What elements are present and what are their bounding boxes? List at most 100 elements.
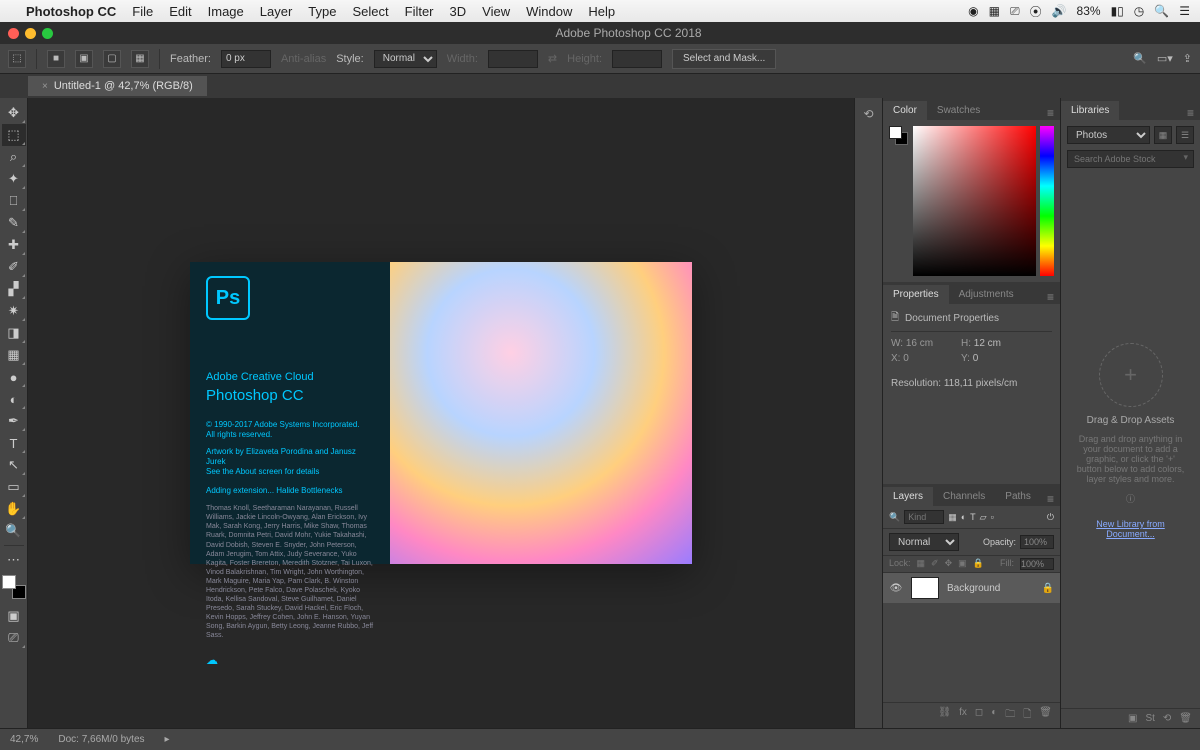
color-panel-menu-icon[interactable]: ≡ <box>1041 106 1060 120</box>
crop-tool[interactable]: ⎕ <box>2 190 26 212</box>
properties-panel-menu-icon[interactable]: ≡ <box>1041 290 1060 304</box>
menu-file[interactable]: File <box>132 4 153 19</box>
lock-all-icon[interactable]: 🔒 <box>973 558 984 570</box>
new-group-icon[interactable]: 🗀 <box>1005 707 1015 724</box>
link-layers-icon[interactable]: ⛓ <box>938 707 951 724</box>
tab-swatches[interactable]: Swatches <box>927 101 990 120</box>
tab-layers[interactable]: Layers <box>883 487 933 506</box>
delete-layer-icon[interactable]: 🗑 <box>1039 707 1052 724</box>
minimize-window-button[interactable] <box>25 28 36 39</box>
healing-tool[interactable]: ✚ <box>2 234 26 256</box>
layer-visibility-icon[interactable]: 👁 <box>889 583 903 594</box>
subtract-selection-icon[interactable]: ▢ <box>103 50 121 68</box>
canvas-area[interactable]: Ps Adobe Creative Cloud Photoshop CC © 1… <box>28 98 854 728</box>
filter-type-icon[interactable]: T <box>970 512 976 522</box>
shape-tool[interactable]: ▭ <box>2 476 26 498</box>
clock-icon[interactable]: ◷ <box>1134 4 1144 18</box>
help-icon[interactable]: ⓘ <box>1126 492 1135 505</box>
search-icon[interactable]: 🔍 <box>1133 52 1147 65</box>
layer-name[interactable]: Background <box>947 583 1000 594</box>
tab-adjustments[interactable]: Adjustments <box>949 285 1024 304</box>
stamp-tool[interactable]: ▞ <box>2 278 26 300</box>
doc-info[interactable]: Doc: 7,66M/0 bytes <box>58 734 144 745</box>
screen-mode-icon[interactable]: ⎚ <box>2 627 26 649</box>
lock-position-icon[interactable]: ✥ <box>945 558 953 570</box>
lib-stock-icon[interactable]: St <box>1145 713 1154 724</box>
menu-select[interactable]: Select <box>352 4 388 19</box>
spotlight-icon[interactable]: 🔍 <box>1154 4 1169 18</box>
history-brush-tool[interactable]: ✷ <box>2 300 26 322</box>
close-tab-icon[interactable]: × <box>42 81 48 92</box>
close-window-button[interactable] <box>8 28 19 39</box>
search-dropdown-icon[interactable]: ▾ <box>1183 152 1188 163</box>
intersect-selection-icon[interactable]: ▦ <box>131 50 149 68</box>
add-selection-icon[interactable]: ▣ <box>75 50 93 68</box>
feather-input[interactable] <box>221 50 271 68</box>
new-layer-icon[interactable]: 🗋 <box>1023 707 1031 724</box>
tab-libraries[interactable]: Libraries <box>1061 101 1119 120</box>
lib-sync-icon[interactable]: ⟲ <box>1163 713 1171 724</box>
library-drop-zone[interactable]: + Drag & Drop Assets Drag and drop anyth… <box>1061 174 1200 708</box>
move-tool[interactable]: ✥ <box>2 102 26 124</box>
tab-properties[interactable]: Properties <box>883 285 949 304</box>
brush-tool[interactable]: ✐ <box>2 256 26 278</box>
volume-icon[interactable]: 🔊 <box>1052 4 1067 18</box>
pen-tool[interactable]: ✒ <box>2 410 26 432</box>
foreground-color-swatch[interactable] <box>2 575 16 589</box>
opacity-input[interactable] <box>1020 535 1054 549</box>
blend-mode-select[interactable]: Normal <box>889 533 959 551</box>
menu-3d[interactable]: 3D <box>450 4 467 19</box>
layer-fx-icon[interactable]: fx <box>959 707 967 724</box>
hue-slider[interactable] <box>1040 126 1054 276</box>
filter-adjust-icon[interactable]: ◐ <box>961 512 966 522</box>
history-panel-icon[interactable]: ⟲ <box>859 104 879 124</box>
display-icon[interactable]: ⎚ <box>1010 4 1020 19</box>
view-list-icon[interactable]: ☰ <box>1176 126 1194 144</box>
eye-icon[interactable]: ◉ <box>968 4 978 18</box>
menu-image[interactable]: Image <box>208 4 244 19</box>
maximize-window-button[interactable] <box>42 28 53 39</box>
layer-row[interactable]: 👁 Background 🔒 <box>883 573 1060 603</box>
color-panel-swatch[interactable] <box>889 126 909 276</box>
zoom-tool[interactable]: 🔍 <box>2 520 26 542</box>
menu-type[interactable]: Type <box>308 4 336 19</box>
libraries-panel-menu-icon[interactable]: ≡ <box>1181 106 1200 120</box>
library-select[interactable]: Photos <box>1067 126 1150 144</box>
menu-edit[interactable]: Edit <box>169 4 191 19</box>
library-search-input[interactable] <box>1067 150 1194 168</box>
fill-input[interactable] <box>1020 558 1054 570</box>
lock-pixels-icon[interactable]: ✐ <box>931 558 939 570</box>
menu-window[interactable]: Window <box>526 4 572 19</box>
quick-select-tool[interactable]: ✦ <box>2 168 26 190</box>
marquee-tool-preset-icon[interactable]: ⬚ <box>8 50 26 68</box>
share-icon[interactable]: ⇪ <box>1183 52 1192 65</box>
filter-toggle-icon[interactable]: ⏻ <box>1047 512 1054 523</box>
path-select-tool[interactable]: ↖ <box>2 454 26 476</box>
marquee-tool[interactable]: ⬚ <box>2 124 26 146</box>
cc-status-icon[interactable]: ▦ <box>989 4 1000 18</box>
document-tab[interactable]: × Untitled-1 @ 42,7% (RGB/8) <box>28 76 207 96</box>
layer-thumbnail[interactable] <box>911 577 939 599</box>
select-and-mask-button[interactable]: Select and Mask... <box>672 49 776 69</box>
add-content-icon[interactable]: ▣ <box>1128 713 1137 724</box>
add-mask-icon[interactable]: ◻ <box>975 707 983 724</box>
blur-tool[interactable]: ● <box>2 366 26 388</box>
menu-layer[interactable]: Layer <box>260 4 293 19</box>
lib-delete-icon[interactable]: 🗑 <box>1179 713 1192 724</box>
foreground-background-swatch[interactable] <box>2 575 26 599</box>
edit-toolbar-icon[interactable]: ⋯ <box>2 549 26 571</box>
menu-icon[interactable]: ☰ <box>1179 4 1190 18</box>
layer-filter-input[interactable] <box>904 510 944 524</box>
doc-info-arrow-icon[interactable]: ▸ <box>165 734 170 745</box>
new-library-link[interactable]: New Library from Document... <box>1073 519 1188 539</box>
style-select[interactable]: Normal <box>374 50 437 68</box>
zoom-level[interactable]: 42,7% <box>10 734 38 745</box>
add-asset-icon[interactable]: + <box>1099 343 1163 407</box>
filter-shape-icon[interactable]: ▱ <box>980 512 987 523</box>
tab-paths[interactable]: Paths <box>995 487 1041 506</box>
tab-color[interactable]: Color <box>883 101 927 120</box>
color-field[interactable] <box>913 126 1036 276</box>
lock-transparency-icon[interactable]: ▦ <box>917 558 926 570</box>
battery-icon[interactable]: ▮▯ <box>1111 4 1124 18</box>
tab-channels[interactable]: Channels <box>933 487 995 506</box>
